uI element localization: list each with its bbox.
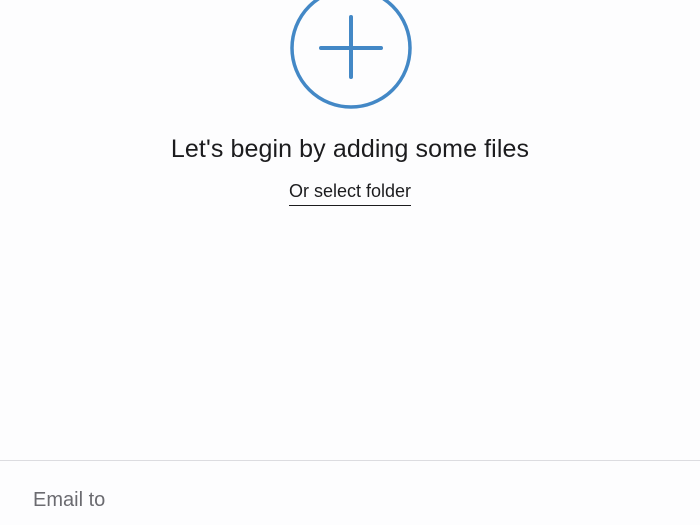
upload-panel: Let's begin by adding some files Or sele… <box>0 0 700 525</box>
email-to-field-container <box>20 476 680 524</box>
select-folder-link[interactable]: Or select folder <box>288 181 412 206</box>
select-folder-container: Or select folder <box>0 181 700 206</box>
empty-state-headline: Let's begin by adding some files <box>170 135 530 163</box>
plus-circle-icon <box>290 0 412 109</box>
email-to-input[interactable] <box>20 476 680 524</box>
add-files-button[interactable] <box>289 0 413 110</box>
divider <box>0 460 700 461</box>
